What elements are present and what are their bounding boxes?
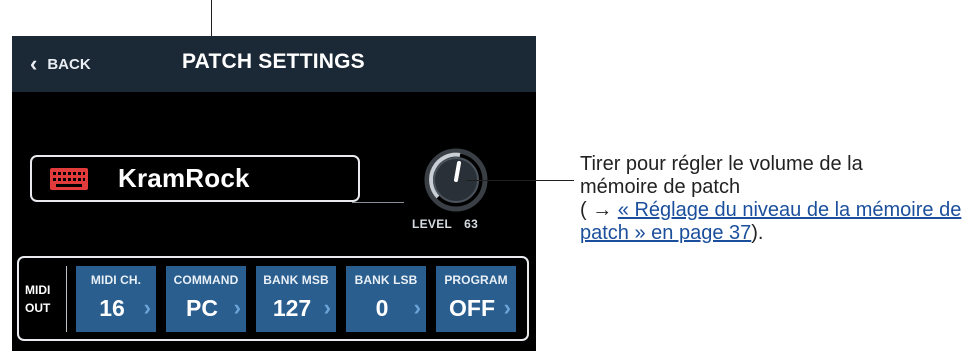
keyboard-icon — [50, 167, 88, 190]
header-bar: ‹ BACK PATCH SETTINGS — [12, 36, 536, 92]
chevron-right-icon: › — [413, 295, 421, 320]
midi-out-panel: MIDI OUT MIDI CH. 16 › COMMAND PC › BANK… — [17, 256, 529, 341]
midi-out-label: MIDI OUT — [25, 283, 51, 315]
level-label: LEVEL — [412, 217, 453, 231]
callout-reference: ( → « Réglage du niveau de la mémoire de… — [580, 199, 962, 244]
level-value: 63 — [464, 217, 479, 231]
patch-name: KramRock — [118, 163, 250, 193]
chevron-right-icon: › — [143, 295, 151, 320]
chevron-left-icon: ‹ — [30, 51, 38, 76]
callout-reference-link[interactable]: « Réglage du niveau de la mémoire de pat… — [580, 199, 961, 244]
midi-separator — [66, 266, 67, 332]
param-command[interactable]: COMMAND PC › — [166, 266, 246, 332]
back-button[interactable]: ‹ BACK — [30, 50, 91, 78]
chevron-right-icon: › — [323, 295, 331, 320]
callout-line-knob — [466, 180, 574, 181]
param-bank-msb[interactable]: BANK MSB 127 › — [256, 266, 336, 332]
page-title: PATCH SETTINGS — [182, 50, 365, 73]
chevron-right-icon: › — [503, 295, 511, 320]
patch-name-underline — [352, 202, 404, 203]
chevron-right-icon: › — [233, 295, 241, 320]
level-callout: Tirer pour régler le volume de la mémoir… — [580, 153, 962, 245]
param-midi-ch[interactable]: MIDI CH. 16 › — [76, 266, 156, 332]
param-bank-lsb[interactable]: BANK LSB 0 › — [346, 266, 426, 332]
param-program[interactable]: PROGRAM OFF › — [436, 266, 516, 332]
patch-name-field[interactable]: KramRock — [30, 155, 360, 202]
callout-text-line1: Tirer pour régler le volume de la — [580, 153, 863, 175]
callout-text-line2: mémoire de patch — [580, 176, 741, 198]
device-screen: ‹ BACK PATCH SETTINGS KramRock LEVEL 63 … — [12, 36, 536, 351]
back-label: BACK — [47, 55, 91, 73]
level-readout: LEVEL 63 — [412, 217, 478, 231]
